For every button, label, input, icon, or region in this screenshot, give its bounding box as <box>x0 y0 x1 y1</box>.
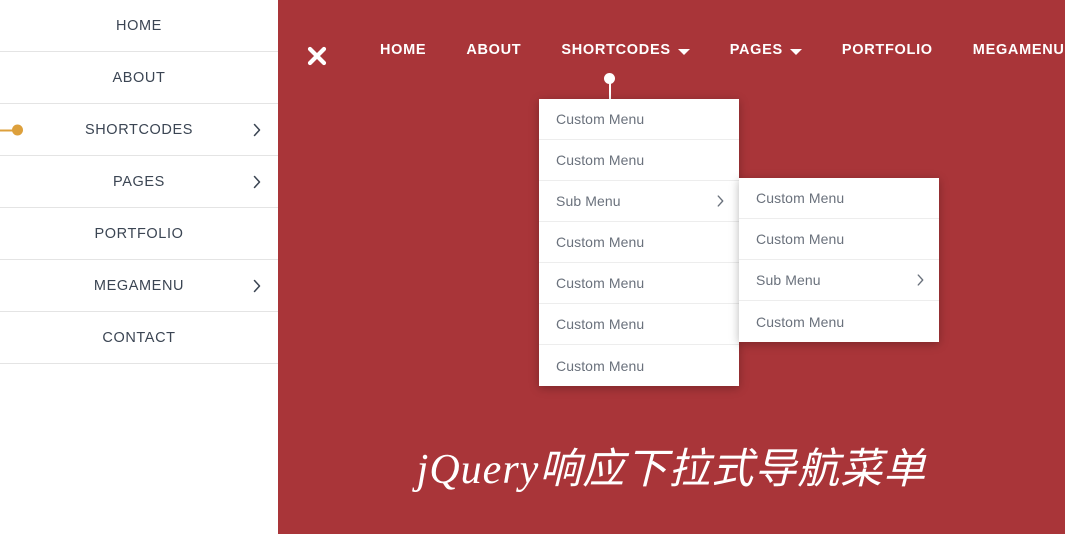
dropdown-item[interactable]: Custom Menu <box>539 304 739 345</box>
dropdown-item-label: Custom Menu <box>556 111 645 127</box>
active-nav-pointer-stem <box>608 82 611 100</box>
dropdown-item[interactable]: Custom Menu <box>739 178 939 219</box>
nav-item-label: PAGES <box>729 42 783 58</box>
sidebar-item-label: PORTFOLIO <box>94 225 184 242</box>
chevron-down-icon <box>677 48 690 55</box>
sidebar-item-label: MEGAMENU <box>93 277 185 294</box>
dropdown-item[interactable]: Custom Menu <box>539 263 739 304</box>
nav-item-label: SHORTCODES <box>561 42 671 58</box>
sidebar-item-label: HOME <box>116 17 162 34</box>
nav-item-portfolio[interactable]: PORTFOLIO <box>822 42 953 58</box>
dropdown-item-label: Custom Menu <box>756 190 845 206</box>
chevron-down-icon <box>789 48 802 55</box>
sidebar-item-label: SHORTCODES <box>84 121 194 138</box>
nav-item-shortcodes[interactable]: SHORTCODES <box>541 42 709 58</box>
offcanvas-sidebar: HOME ABOUT SHORTCODES PAGES PORTFOLIO MEGAMEN… <box>0 0 278 534</box>
nav-item-label: ABOUT <box>466 42 522 58</box>
nav-item-pages[interactable]: PAGES <box>710 42 822 58</box>
dropdown-item[interactable]: Custom Menu <box>539 140 739 181</box>
nav-item-label: HOME <box>380 42 427 58</box>
sidebar-item-about[interactable]: ABOUT <box>0 52 278 104</box>
nav-item-label: PORTFOLIO <box>841 42 933 58</box>
dropdown-item[interactable]: Custom Menu <box>539 222 739 263</box>
nav-item-about[interactable]: ABOUT <box>446 42 541 58</box>
sidebar-item-home[interactable]: HOME <box>0 0 278 52</box>
nav-item-label: MEGAMENU <box>972 42 1065 58</box>
chevron-right-icon <box>252 279 262 293</box>
navbar-menu-list: HOME ABOUT SHORTCODES PAGES PORTFOLIO MEGAMEN… <box>360 42 1065 58</box>
nav-item-megamenu[interactable]: MEGAMENU <box>953 42 1065 58</box>
dropdown-item[interactable]: Custom Menu <box>739 301 939 342</box>
dropdown-item[interactable]: Custom Menu <box>539 99 739 140</box>
dropdown-item-label: Custom Menu <box>556 357 645 374</box>
chevron-right-icon <box>252 175 262 189</box>
close-icon[interactable] <box>305 44 329 68</box>
active-indicator <box>0 124 26 135</box>
sidebar-item-label: CONTACT <box>102 329 176 346</box>
dropdown-item[interactable]: Custom Menu <box>539 345 739 386</box>
dropdown-item-label: Custom Menu <box>556 234 645 250</box>
dropdown-item-label: Custom Menu <box>756 231 845 247</box>
dropdown-item[interactable]: Custom Menu <box>739 219 939 260</box>
top-navbar: HOME ABOUT SHORTCODES PAGES PORTFOLIO MEGAMEN… <box>278 0 1065 100</box>
dropdown-menu-level-2: Custom Menu Custom Menu Sub Menu Custom Men… <box>739 178 939 342</box>
dropdown-item-label: Custom Menu <box>556 275 645 291</box>
sidebar-item-portfolio[interactable]: PORTFOLIO <box>0 208 278 260</box>
dropdown-item[interactable]: Sub Menu <box>539 181 739 222</box>
sidebar-item-pages[interactable]: PAGES <box>0 156 278 208</box>
main-red-panel: HOME ABOUT SHORTCODES PAGES PORTFOLIO MEGAMEN… <box>278 0 1065 534</box>
dropdown-item-label: Custom Menu <box>556 316 645 332</box>
dropdown-item-label: Custom Menu <box>756 313 845 330</box>
dropdown-item-label: Sub Menu <box>756 272 821 288</box>
sidebar-item-megamenu[interactable]: MEGAMENU <box>0 260 278 312</box>
page-title: jQuery响应下拉式导航菜单 <box>416 447 927 493</box>
dropdown-item[interactable]: Sub Menu <box>739 260 939 301</box>
dropdown-item-label: Sub Menu <box>556 193 621 209</box>
sidebar-item-shortcodes[interactable]: SHORTCODES <box>0 104 278 156</box>
dropdown-item-label: Custom Menu <box>556 152 645 168</box>
page-root: HOME ABOUT SHORTCODES PAGES PORTFOLIO MEGAMEN… <box>0 0 1065 534</box>
sidebar-item-label: PAGES <box>113 173 165 190</box>
dropdown-menu-level-1: Custom Menu Custom Menu Sub Menu Custom Men… <box>539 99 739 386</box>
nav-item-home[interactable]: HOME <box>360 42 446 58</box>
sidebar-item-label: ABOUT <box>112 69 166 86</box>
sidebar-menu-list: HOME ABOUT SHORTCODES PAGES PORTFOLIO MEGAMEN… <box>0 0 278 364</box>
chevron-right-icon <box>252 123 262 137</box>
chevron-right-icon <box>716 195 725 208</box>
chevron-right-icon <box>916 274 925 287</box>
sidebar-item-contact[interactable]: CONTACT <box>0 312 278 364</box>
